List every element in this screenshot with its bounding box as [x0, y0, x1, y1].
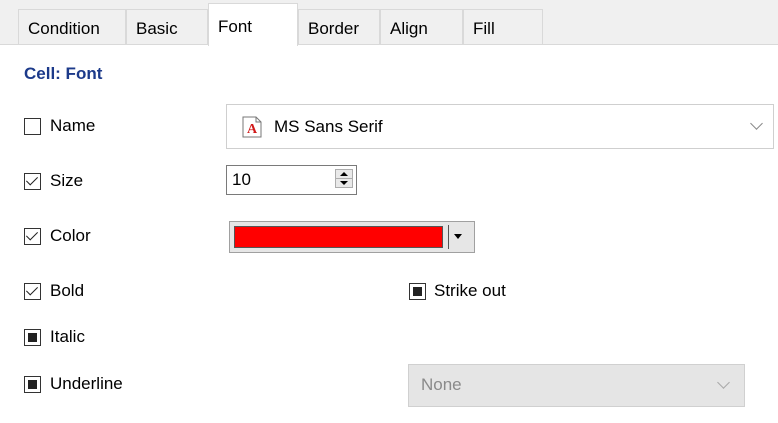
dropdown-arrow-icon[interactable]: [454, 234, 462, 239]
tab-strip-divider: [0, 44, 778, 45]
tab-border[interactable]: Border: [298, 9, 380, 44]
section-title: Cell: Font: [24, 64, 103, 83]
spin-up-icon[interactable]: [340, 172, 348, 176]
chevron-down-icon: [750, 117, 763, 130]
bold-label: Bold: [50, 281, 85, 300]
color-checkbox[interactable]: [24, 228, 41, 245]
size-label: Size: [50, 171, 84, 190]
tab-font[interactable]: Font: [208, 3, 298, 46]
svg-text:A: A: [247, 122, 258, 137]
underline-label: Underline: [50, 374, 123, 393]
color-picker[interactable]: [229, 221, 475, 253]
italic-checkbox[interactable]: [24, 329, 41, 346]
font-name-dropdown[interactable]: A MS Sans Serif: [226, 104, 774, 149]
underline-style-value: None: [421, 375, 462, 394]
chevron-down-icon: [717, 376, 730, 389]
italic-label: Italic: [50, 327, 85, 346]
size-value: 10: [232, 170, 251, 189]
bold-checkbox[interactable]: [24, 283, 41, 300]
tab-align[interactable]: Align: [380, 9, 463, 44]
tab-basic[interactable]: Basic: [126, 9, 208, 44]
color-swatch: [234, 226, 443, 248]
font-name-value: MS Sans Serif: [274, 117, 383, 136]
name-label: Name: [50, 116, 96, 135]
tab-strip: Condition Basic Font Border Align Fill: [0, 0, 778, 46]
underline-style-dropdown[interactable]: None: [408, 364, 745, 407]
tab-condition[interactable]: Condition: [18, 9, 126, 44]
strikeout-label: Strike out: [434, 281, 506, 300]
font-file-icon: A: [242, 116, 262, 138]
underline-checkbox[interactable]: [24, 376, 41, 393]
color-picker-separator: [448, 225, 449, 249]
spin-down-icon[interactable]: [340, 181, 348, 185]
size-checkbox[interactable]: [24, 173, 41, 190]
tab-fill[interactable]: Fill: [463, 9, 543, 44]
size-spinner[interactable]: 10: [226, 165, 357, 195]
color-label: Color: [50, 226, 91, 245]
size-spin-buttons[interactable]: [335, 169, 353, 188]
name-checkbox[interactable]: [24, 118, 41, 135]
strikeout-checkbox[interactable]: [409, 283, 426, 300]
